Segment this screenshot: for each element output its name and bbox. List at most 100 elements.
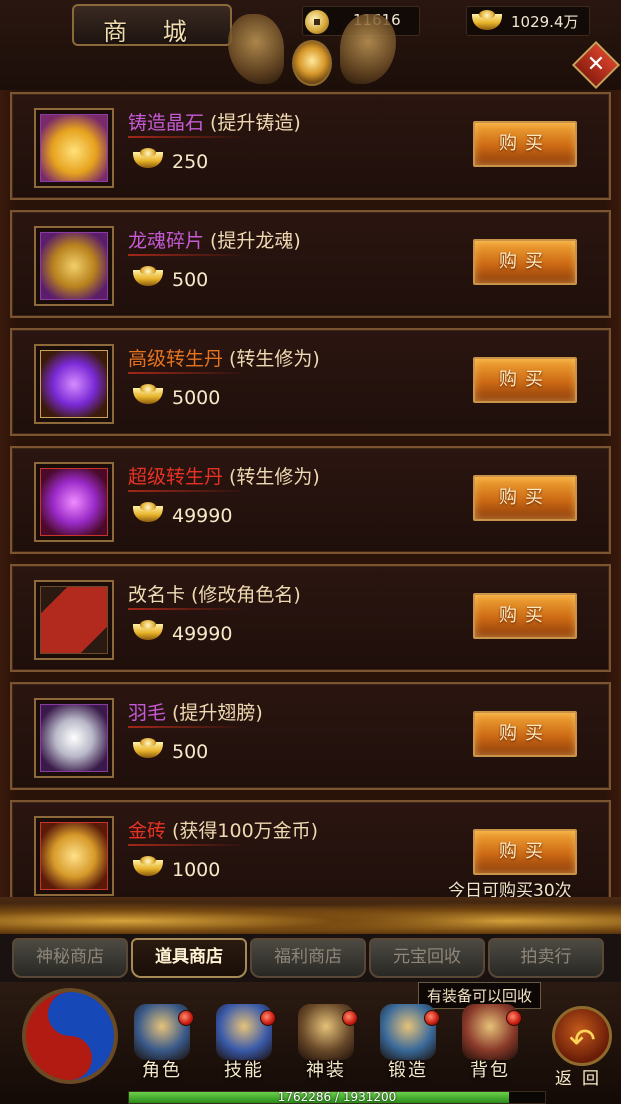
nav-item-2[interactable]: 技能 bbox=[206, 1002, 282, 1086]
buy-label: 购买 bbox=[499, 251, 551, 272]
name-underline bbox=[128, 844, 248, 846]
back-label: 返回 bbox=[555, 1069, 609, 1089]
exp-text: 1762286 / 1931200 bbox=[277, 1090, 397, 1104]
buy-button[interactable]: 购买 bbox=[473, 239, 577, 285]
item-icon-frame[interactable] bbox=[34, 698, 114, 778]
nav-label: 神装 bbox=[306, 1060, 346, 1081]
item-icon-frame[interactable] bbox=[34, 816, 114, 896]
name-underline bbox=[128, 372, 248, 374]
dragon-ornament-left-icon bbox=[228, 14, 284, 84]
item-name: 改名卡 bbox=[128, 584, 186, 606]
name-underline bbox=[128, 254, 248, 256]
ingot-value: 1029.4万 bbox=[511, 13, 579, 31]
item-price: 1000 bbox=[172, 859, 221, 881]
buy-button[interactable]: 购买 bbox=[473, 357, 577, 403]
buy-label: 购买 bbox=[499, 605, 551, 626]
shop-item: 龙魂碎片 (提升龙魂) 500 购买 bbox=[10, 210, 611, 318]
tab-4[interactable]: 元宝回收 bbox=[369, 938, 485, 978]
item-name: 超级转生丹 bbox=[128, 466, 224, 488]
notification-dot-icon bbox=[178, 1010, 194, 1026]
item-name: 铸造晶石 bbox=[128, 112, 205, 134]
bottom-navigation: 有装备可以回收 角色 技能 神装 锻造 背包 ↶ 返回 bbox=[0, 982, 621, 1104]
name-underline bbox=[128, 608, 248, 610]
ingot-icon bbox=[130, 502, 166, 526]
name-underline bbox=[128, 490, 248, 492]
item-name: 羽毛 bbox=[128, 702, 167, 724]
dragon-soul-icon bbox=[40, 232, 108, 300]
item-icon-frame[interactable] bbox=[34, 462, 114, 542]
buy-label: 购买 bbox=[499, 487, 551, 508]
gold-pile-decoration bbox=[0, 897, 621, 937]
ingot-icon bbox=[130, 856, 166, 880]
back-arrow-icon: ↶ bbox=[569, 1021, 596, 1059]
feather-icon bbox=[40, 704, 108, 772]
tab-3[interactable]: 福利商店 bbox=[250, 938, 366, 978]
gold-brick-icon bbox=[40, 822, 108, 890]
shop-tabs: 神秘商店 道具商店 福利商店 元宝回收 拍卖行 bbox=[0, 934, 621, 982]
tab-label: 神秘商店 bbox=[36, 947, 104, 967]
page-title: 商 城 bbox=[103, 18, 201, 46]
item-desc: (转生修为) bbox=[229, 466, 320, 488]
back-button[interactable]: ↶ 返回 bbox=[548, 1000, 616, 1089]
ingot-icon bbox=[130, 738, 166, 762]
item-name: 龙魂碎片 bbox=[128, 230, 205, 252]
notification-dot-icon bbox=[506, 1010, 522, 1026]
shop-item: 铸造晶石 (提升铸造) 250 购买 bbox=[10, 92, 611, 200]
buy-button[interactable]: 购买 bbox=[473, 593, 577, 639]
item-price: 500 bbox=[172, 269, 209, 291]
title-plate: 商 城 bbox=[72, 4, 232, 46]
item-name: 高级转生丹 bbox=[128, 348, 224, 370]
item-price: 250 bbox=[172, 151, 209, 173]
buy-label: 购买 bbox=[499, 841, 551, 862]
tab-label: 道具商店 bbox=[155, 947, 223, 967]
nav-item-1[interactable]: 角色 bbox=[124, 1002, 200, 1086]
item-desc: (修改角色名) bbox=[191, 584, 301, 606]
flame-emblem-icon bbox=[292, 40, 332, 86]
buy-button[interactable]: 购买 bbox=[473, 829, 577, 875]
nav-item-4[interactable]: 锻造 bbox=[370, 1002, 446, 1086]
shop-item: 超级转生丹 (转生修为) 49990 购买 bbox=[10, 446, 611, 554]
item-icon-frame[interactable] bbox=[34, 344, 114, 424]
nav-label: 技能 bbox=[224, 1060, 264, 1081]
item-desc: (获得100万金币) bbox=[172, 820, 319, 842]
nav-item-5[interactable]: 背包 bbox=[452, 1002, 528, 1086]
item-icon-frame[interactable] bbox=[34, 580, 114, 660]
close-icon: ✕ bbox=[586, 52, 606, 77]
item-desc: (提升龙魂) bbox=[210, 230, 301, 252]
buy-button[interactable]: 购买 bbox=[473, 711, 577, 757]
name-underline bbox=[128, 726, 248, 728]
nav-item-3[interactable]: 神装 bbox=[288, 1002, 364, 1086]
item-icon-frame[interactable] bbox=[34, 108, 114, 188]
ingot-icon bbox=[130, 148, 166, 172]
nav-label: 角色 bbox=[142, 1060, 182, 1081]
notification-dot-icon bbox=[260, 1010, 276, 1026]
tab-label: 元宝回收 bbox=[393, 947, 461, 967]
buy-button[interactable]: 购买 bbox=[473, 475, 577, 521]
dragon-ornament-right-icon bbox=[340, 14, 396, 84]
buy-button[interactable]: 购买 bbox=[473, 121, 577, 167]
tab-label: 拍卖行 bbox=[520, 947, 572, 967]
tab-1[interactable]: 神秘商店 bbox=[12, 938, 128, 978]
notification-dot-icon bbox=[342, 1010, 358, 1026]
crystal-icon bbox=[40, 114, 108, 182]
tab-5[interactable]: 拍卖行 bbox=[488, 938, 604, 978]
buy-label: 购买 bbox=[499, 369, 551, 390]
close-button[interactable]: ✕ bbox=[571, 40, 621, 90]
nav-label: 锻造 bbox=[388, 1060, 428, 1081]
shop-item: 高级转生丹 (转生修为) 5000 购买 bbox=[10, 328, 611, 436]
item-price: 49990 bbox=[172, 623, 233, 645]
item-icon-frame[interactable] bbox=[34, 226, 114, 306]
item-desc: (提升翅膀) bbox=[172, 702, 263, 724]
name-underline bbox=[128, 136, 248, 138]
shop-item: 改名卡 (修改角色名) 49990 购买 bbox=[10, 564, 611, 672]
tab-2[interactable]: 道具商店 bbox=[131, 938, 247, 978]
item-name: 金砖 bbox=[128, 820, 167, 842]
notification-dot-icon bbox=[424, 1010, 440, 1026]
rename-card-icon bbox=[40, 586, 108, 654]
buy-label: 购买 bbox=[499, 723, 551, 744]
item-price: 5000 bbox=[172, 387, 221, 409]
item-desc: (转生修为) bbox=[229, 348, 320, 370]
yinyang-orb-icon bbox=[22, 988, 118, 1084]
ingot-icon bbox=[469, 10, 505, 34]
buy-label: 购买 bbox=[499, 133, 551, 154]
